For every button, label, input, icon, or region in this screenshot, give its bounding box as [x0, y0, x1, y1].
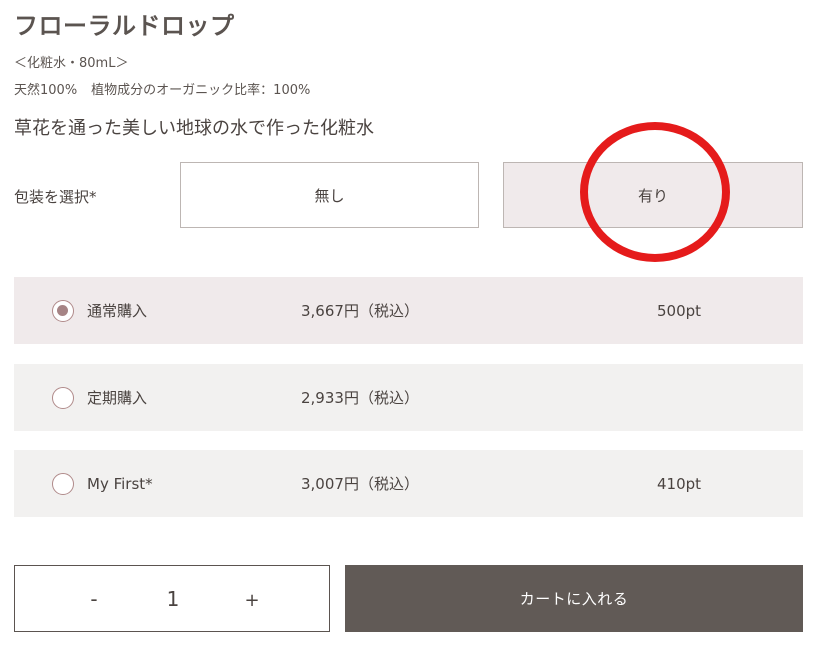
wrapping-label: 包装を選択*	[14, 188, 97, 206]
plan-points: 410pt	[657, 474, 702, 493]
plan-points: 500pt	[657, 301, 702, 320]
plan-row-subscription[interactable]: 定期購入 2,933円（税込）	[14, 364, 803, 431]
quantity-stepper: - 1 +	[14, 565, 330, 632]
product-tagline: 草花を通った美しい地球の水で作った化粧水	[14, 118, 374, 139]
plan-price: 2,933円（税込）	[301, 389, 419, 407]
ingredient-ratio: 天然100% 植物成分のオーガニック比率：100%	[14, 79, 310, 98]
organic-ratio: 植物成分のオーガニック比率：100%	[91, 83, 311, 98]
radio-my-first[interactable]	[52, 473, 74, 495]
wrapping-option-yes-label: 有り	[637, 186, 668, 205]
plan-name: My First*	[87, 474, 153, 493]
radio-regular[interactable]	[52, 300, 74, 322]
quantity-decrease-button[interactable]: -	[79, 584, 109, 614]
quantity-value[interactable]: 1	[153, 584, 193, 614]
plan-row-my-first[interactable]: My First* 3,007円（税込） 410pt	[14, 450, 803, 517]
add-to-cart-label: カートに入れる	[519, 590, 629, 608]
plan-name: 定期購入	[87, 389, 148, 407]
quantity-increase-button[interactable]: +	[237, 586, 267, 616]
wrapping-option-none-label: 無し	[314, 186, 345, 205]
wrapping-option-none[interactable]: 無し	[180, 162, 479, 228]
natural-ratio: 天然100%	[14, 83, 78, 98]
wrapping-option-yes[interactable]: 有り	[503, 162, 803, 228]
plan-row-regular[interactable]: 通常購入 3,667円（税込） 500pt	[14, 277, 803, 344]
product-spec: ＜化粧水・80mL＞	[14, 56, 129, 71]
product-title: フローラルドロップ	[14, 12, 235, 40]
radio-subscription[interactable]	[52, 387, 74, 409]
product-purchase-panel: フローラルドロップ ＜化粧水・80mL＞ 天然100% 植物成分のオーガニック比率…	[0, 0, 829, 667]
add-to-cart-button[interactable]: カートに入れる	[345, 565, 803, 632]
plan-price: 3,667円（税込）	[301, 302, 419, 320]
plan-name: 通常購入	[87, 302, 148, 320]
radio-dot	[57, 305, 68, 316]
plan-price: 3,007円（税込）	[301, 475, 419, 493]
